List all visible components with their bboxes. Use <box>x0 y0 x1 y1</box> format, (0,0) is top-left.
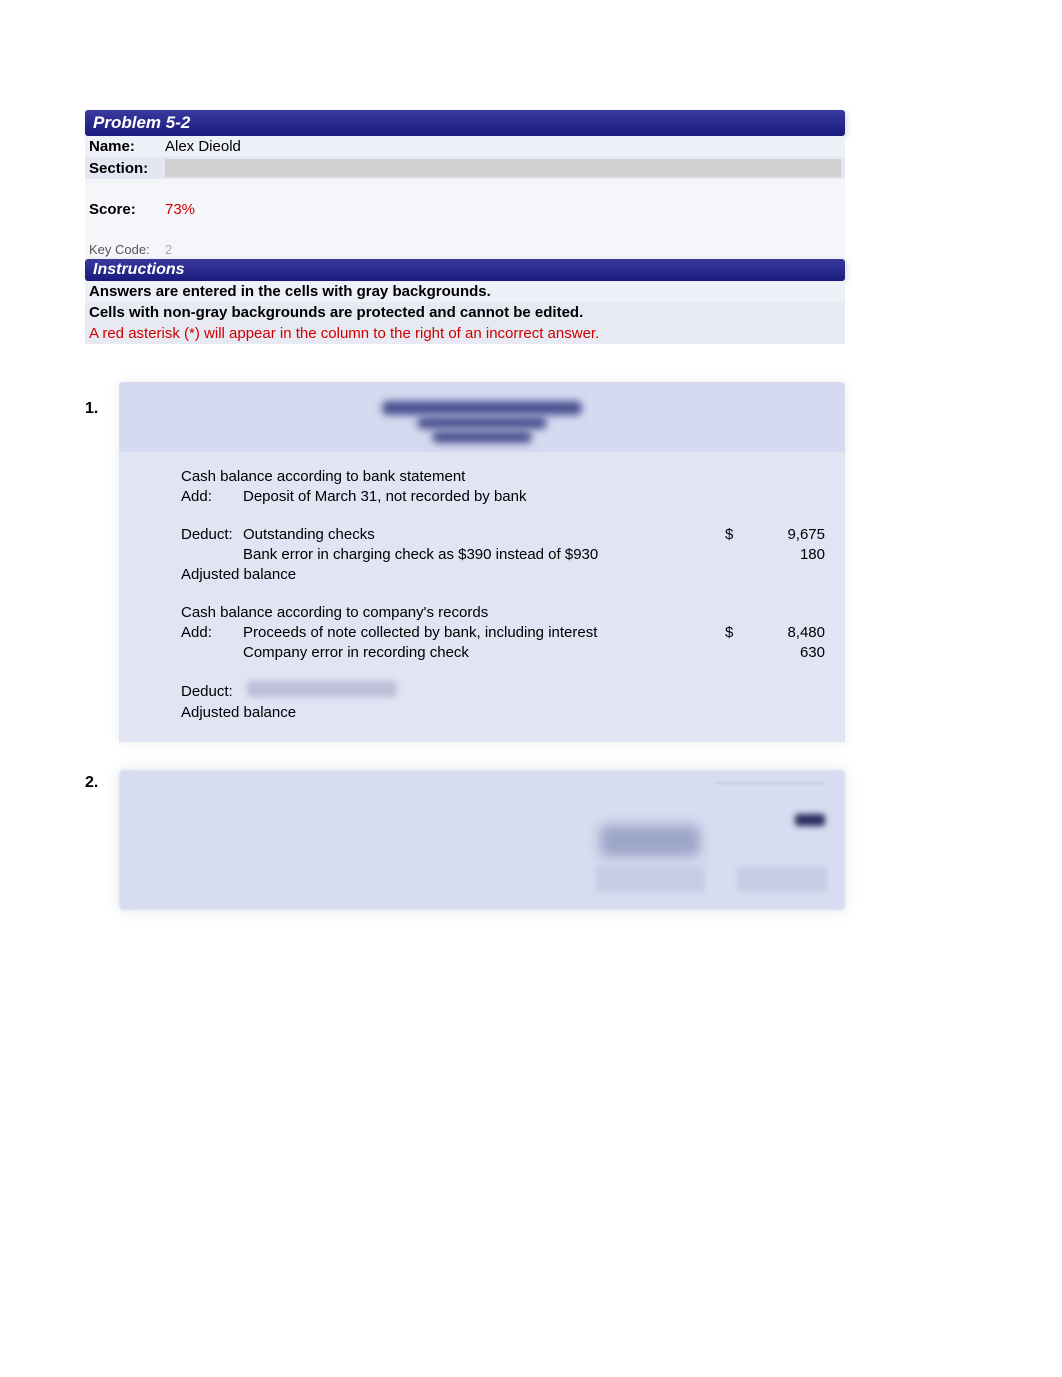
deduct-outstanding-row: Deduct: Outstanding checks $ 9,675 <box>139 524 825 544</box>
deduct-desc: Bank error in charging check as $390 ins… <box>243 546 725 563</box>
bank-balance-row: Cash balance according to bank statement <box>139 466 825 486</box>
blurred-box <box>595 866 705 892</box>
blur-line <box>715 782 825 784</box>
instruction-line-3: A red asterisk (*) will appear in the co… <box>85 323 845 344</box>
deduct-label: Deduct: <box>139 526 243 543</box>
instructions-bar: Instructions <box>85 259 845 281</box>
add-desc: Company error in recording check <box>243 644 725 661</box>
name-row: Name: Alex Dieold <box>85 136 845 157</box>
adjusted-balance-label: Adjusted balance <box>139 566 725 583</box>
name-label: Name: <box>89 138 165 155</box>
reconciliation-content: Cash balance according to bank statement… <box>119 452 845 742</box>
problem-1-body: Cash balance according to bank statement… <box>119 382 845 742</box>
problem-1: 1. Cash balance according to bank statem… <box>85 382 845 742</box>
amount-value: 630 <box>755 644 825 661</box>
blur-line <box>417 417 547 429</box>
deduct-bank-error-row: Bank error in charging check as $390 ins… <box>139 544 825 564</box>
blur-value <box>795 814 825 826</box>
spacer <box>85 179 845 199</box>
amount-value: 180 <box>755 546 825 563</box>
deduct-desc: Outstanding checks <box>243 526 725 543</box>
currency-symbol: $ <box>725 624 755 641</box>
blur-line <box>382 401 582 415</box>
keycode-label: Key Code: <box>89 242 165 257</box>
blur-line <box>432 431 532 443</box>
name-value: Alex Dieold <box>165 138 841 155</box>
deduct-label: Deduct: <box>139 683 243 700</box>
amount-value: 8,480 <box>755 624 825 641</box>
blurred-heading <box>119 382 845 452</box>
bank-balance-label: Cash balance according to bank statement <box>139 468 725 485</box>
score-value: 73% <box>165 201 841 218</box>
keycode-value: 2 <box>165 242 841 257</box>
problem-title: Problem 5-2 <box>93 113 190 132</box>
instructions-title: Instructions <box>93 261 185 278</box>
add-label: Add: <box>139 624 243 641</box>
blurred-box <box>737 866 827 892</box>
instruction-line-1: Answers are entered in the cells with gr… <box>85 281 845 302</box>
problem-2: 2. <box>85 770 845 910</box>
problem-2-number: 2. <box>85 770 119 910</box>
company-balance-row: Cash balance according to company's reco… <box>139 602 825 622</box>
blurred-text <box>600 825 700 857</box>
keycode-row: Key Code: 2 <box>85 240 845 259</box>
deduct-blurred-row: Deduct: <box>139 680 825 702</box>
score-row: Score: 73% <box>85 199 845 220</box>
section-label: Section: <box>89 160 165 177</box>
adjusted-balance-2-row: Adjusted balance <box>139 702 825 722</box>
add-label: Add: <box>139 488 243 505</box>
adjusted-balance-1-row: Adjusted balance <box>139 564 825 584</box>
add-desc: Deposit of March 31, not recorded by ban… <box>243 488 725 505</box>
problem-2-body <box>119 770 845 910</box>
add-deposit-row: Add: Deposit of March 31, not recorded b… <box>139 486 825 506</box>
instruction-line-2: Cells with non-gray backgrounds are prot… <box>85 302 845 323</box>
blurred-text <box>247 681 397 697</box>
add-company-error-row: Company error in recording check 630 <box>139 642 825 662</box>
blurred-column <box>715 782 825 836</box>
add-desc: Proceeds of note collected by bank, incl… <box>243 624 725 641</box>
currency-symbol: $ <box>725 526 755 543</box>
spacer <box>85 220 845 240</box>
problem-1-number: 1. <box>85 382 119 742</box>
company-balance-label: Cash balance according to company's reco… <box>139 604 725 621</box>
score-label: Score: <box>89 201 165 218</box>
section-row: Section: <box>85 157 845 179</box>
adjusted-balance-label: Adjusted balance <box>139 704 725 721</box>
add-proceeds-row: Add: Proceeds of note collected by bank,… <box>139 622 825 642</box>
deduct-input[interactable] <box>243 681 703 699</box>
section-input[interactable] <box>165 159 841 177</box>
problem-title-bar: Problem 5-2 <box>85 110 845 136</box>
amount-value: 9,675 <box>755 526 825 543</box>
